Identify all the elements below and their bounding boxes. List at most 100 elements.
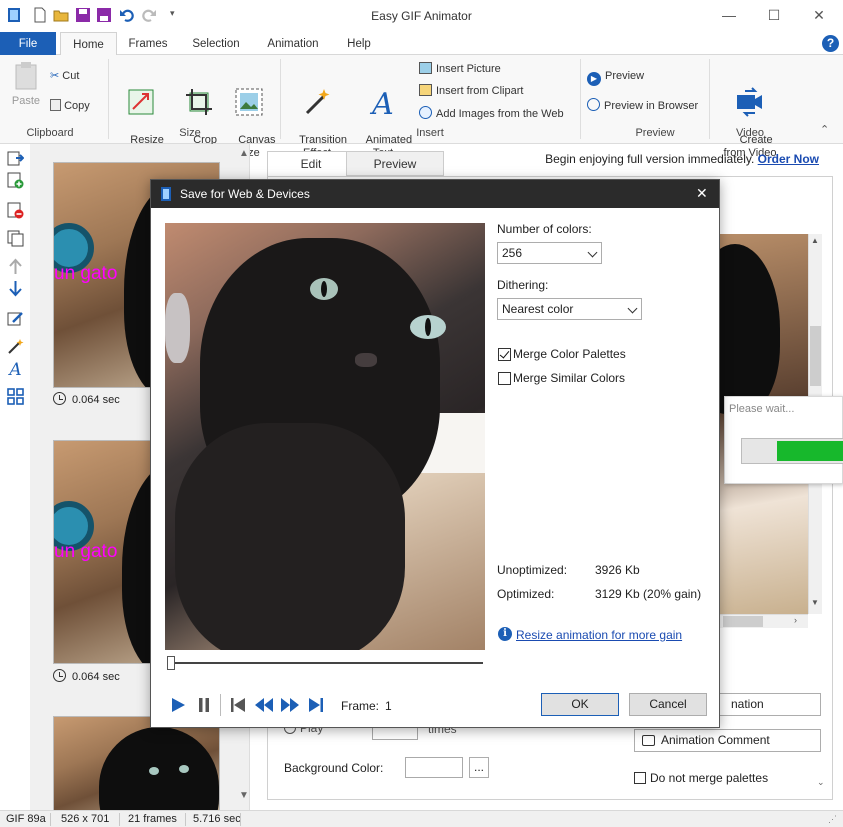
status-duration: 5.716 sec [193,813,241,825]
frame-delay-label: 0.064 sec [72,394,120,406]
video-group-label: Video [736,127,764,139]
preview-group-label: Preview [635,127,675,139]
no-merge-checkbox[interactable]: Do not merge palettes [634,771,768,785]
svg-text:A: A [7,360,21,377]
frame-delay[interactable]: 0.064 sec [53,669,120,683]
tab-preview[interactable]: Preview [346,151,444,176]
panel-scroll-down[interactable]: ⌄ [817,777,825,788]
ribbon: Paste ✂ Cut Copy Clipboard Resize Animat… [0,55,843,159]
frame-caption: un gato [54,541,118,562]
frame-delay-label: 0.064 sec [72,671,120,683]
tab-animation[interactable]: Animation [258,32,328,55]
please-wait-text: Please wait... [729,403,795,415]
paste-button[interactable]: Paste [8,61,44,108]
dialog-title-bar: Save for Web & Devices ✕ [151,180,719,208]
canvas-hscrollbar[interactable]: › [720,614,808,628]
scroll-down-arrow[interactable]: ▼ [239,790,249,801]
background-color-swatch[interactable] [405,757,463,778]
preview-browser-label: Preview in Browser [604,100,699,112]
unoptimized-value: 3926 Kb [595,563,640,577]
animation-comment-button[interactable]: Animation Comment [634,729,821,752]
merge-palettes-checkbox[interactable] [498,348,511,361]
merge-similar-label: Merge Similar Colors [513,371,626,385]
delete-frame-icon[interactable] [7,202,24,219]
last-frame-icon[interactable] [309,698,323,712]
grid-view-icon[interactable] [7,388,24,405]
frame-delay[interactable]: 0.064 sec [53,392,120,406]
ok-button[interactable]: OK [541,693,619,716]
insert-clipart-button[interactable]: Insert from Clipart [419,84,523,98]
checkmark-icon [499,348,510,359]
play-circle-icon: ▶ [587,72,601,86]
text-icon[interactable]: A [7,360,24,377]
background-color-picker-button[interactable]: ... [469,757,489,778]
collapse-ribbon-icon[interactable]: ⌃ [820,123,829,136]
globe-icon [419,106,432,119]
frame-label: Frame: [341,699,380,713]
insert-picture-button[interactable]: Insert Picture [419,62,501,76]
play-icon[interactable] [171,698,185,712]
chevron-down-icon [627,303,638,314]
animation-comment-label: Animation Comment [661,733,770,747]
progress-fill [777,441,843,461]
pause-icon[interactable] [197,698,211,712]
frame-slider-track[interactable] [171,662,483,664]
preview-button[interactable]: ▶ Preview [587,69,644,86]
magic-wand-icon [305,89,330,115]
add-images-web-button[interactable]: Add Images from the Web [419,106,564,121]
browser-search-icon [587,98,600,111]
promo-banner: Begin enjoying full version immediately.… [545,152,819,166]
clipart-icon [419,84,432,96]
duplicate-frame-icon[interactable] [7,230,24,247]
cut-icon: ✂ [50,70,60,82]
help-icon[interactable]: ? [822,35,839,52]
text-a-icon: A [369,87,394,117]
next-frame-icon[interactable] [281,698,299,712]
resize-grip-icon[interactable]: ⋰ [828,814,837,825]
frame-thumbnail-3[interactable] [53,716,220,810]
add-frame-icon[interactable] [7,172,24,189]
scroll-up-arrow[interactable]: ▲ [239,148,249,159]
gif-preview-image [165,223,485,650]
cancel-button[interactable]: Cancel [629,693,707,716]
copy-button[interactable]: Copy [50,99,90,113]
cut-button[interactable]: ✂ Cut [50,69,79,83]
maximize-button[interactable]: ☐ [765,6,783,24]
tab-selection[interactable]: Selection [185,32,247,55]
clipboard-group-label: Clipboard [26,127,74,139]
add-images-web-label: Add Images from the Web [436,108,564,120]
tab-edit[interactable]: Edit [267,151,355,176]
save-for-web-dialog: Save for Web & Devices ✕ Frame: 1 Number… [150,179,720,728]
tab-frames[interactable]: Frames [122,32,174,55]
tab-help[interactable]: Help [340,32,378,55]
insert-frame-icon[interactable] [7,150,24,167]
move-down-icon[interactable] [7,280,24,297]
dialog-close-button[interactable]: ✕ [696,185,708,202]
edit-frame-icon[interactable] [7,310,24,327]
merge-similar-checkbox[interactable] [498,372,511,385]
tab-file[interactable]: File [0,32,56,55]
optimized-label: Optimized: [497,587,555,601]
crop-icon [186,89,212,115]
minimize-button[interactable]: — [720,6,738,24]
status-size: 526 x 701 [61,813,110,825]
previous-frame-icon[interactable] [255,698,273,712]
close-button[interactable]: ✕ [810,6,828,24]
frame-slider-thumb[interactable] [167,656,175,670]
resize-more-gain-link[interactable]: Resize animation for more gain [516,628,682,642]
merge-palettes-label: Merge Color Palettes [513,347,626,361]
tab-home[interactable]: Home [60,32,117,56]
promo-text: Begin enjoying full version immediately. [545,152,755,166]
frame-caption: un gato [54,263,118,284]
order-now-link[interactable]: Order Now [758,152,819,166]
effects-wand-icon[interactable] [7,338,24,355]
dithering-select[interactable]: Nearest color [497,298,642,320]
preview-browser-button[interactable]: Preview in Browser [587,98,698,113]
canvas-icon [235,88,263,116]
clock-icon [53,669,66,682]
status-bar: GIF 89a 526 x 701 21 frames 5.716 sec ⋰ [0,810,843,827]
num-colors-select[interactable]: 256 [497,242,602,264]
first-frame-icon[interactable] [231,698,245,712]
move-up-icon[interactable] [7,258,24,275]
progress-bar [741,438,843,464]
